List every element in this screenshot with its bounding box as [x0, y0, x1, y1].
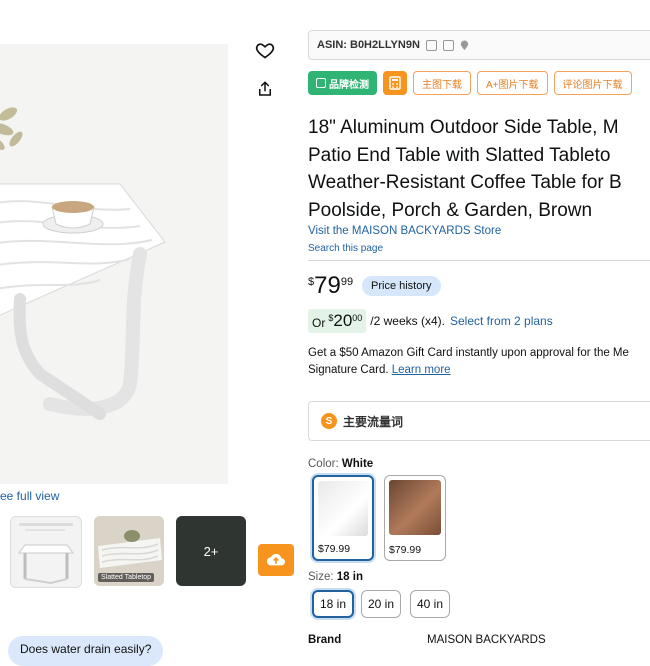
share-icon [259, 81, 271, 96]
title-line-2: Patio End Table with Slatted Tableto [308, 144, 611, 166]
price-whole: 79 [314, 272, 341, 299]
heart-icon [255, 43, 275, 59]
color-swatch-white[interactable]: $79.99 [312, 475, 374, 561]
swatch-price: $79.99 [389, 544, 422, 556]
size-label-text: Size: [308, 571, 334, 583]
extension-toolbar: 品牌检测 主图下载 A+图片下载 评论图片下载 [308, 71, 632, 95]
calculator-button[interactable] [383, 71, 407, 95]
copy-icon[interactable] [425, 39, 437, 51]
gift-card-offer: Get a $50 Amazon Gift Card instantly upo… [308, 345, 650, 379]
gift-line-2-text: Signature Card. [308, 364, 389, 376]
doc-icon[interactable] [442, 39, 454, 51]
thumbnail-1[interactable] [10, 516, 82, 588]
share-button[interactable] [248, 72, 282, 106]
price-fraction: 99 [340, 276, 354, 288]
main-keywords-panel[interactable]: S 主要流量词 [308, 401, 650, 441]
swatch-image-brown [389, 480, 441, 535]
price-history-button[interactable]: Price history [362, 276, 441, 296]
wishlist-heart-button[interactable] [248, 33, 282, 67]
image-upload-button[interactable] [258, 544, 294, 576]
plan-price: Or $ 20 00 [308, 309, 367, 333]
size-label: Size: 18 in [308, 571, 363, 583]
more-images-count: 2+ [203, 543, 219, 559]
thumbnail-more[interactable]: 2+ [176, 516, 246, 586]
plan-or: Or [312, 316, 326, 330]
keyword-logo-icon: S [321, 413, 337, 429]
title-line-4: Poolside, Porch & Garden, Brown [308, 199, 593, 221]
gift-line-2: Signature Card. Learn more [308, 362, 650, 379]
spec-brand-value: MAISON BACKYARDS [427, 634, 546, 646]
store-link[interactable]: Visit the MAISON BACKYARDS Store [308, 225, 501, 237]
asin-bar: ASIN: B0H2LLYN9N [308, 30, 650, 60]
main-keywords-label: 主要流量词 [343, 414, 404, 429]
review-image-download-button[interactable]: 评论图片下载 [553, 71, 632, 95]
product-title: 18" Aluminum Outdoor Side Table, M Patio… [308, 114, 650, 224]
color-selected: White [341, 458, 374, 470]
a-plus-download-button[interactable]: A+图片下载 [477, 71, 548, 95]
size-option-40-in[interactable]: 40 in [410, 590, 451, 618]
price: $ 79 99 [308, 272, 353, 300]
brand-check-label: 品牌检测 [329, 79, 369, 91]
swatch-price: $79.99 [318, 543, 351, 555]
spec-brand-label: Brand [308, 634, 342, 646]
divider [308, 260, 650, 261]
brand-check-icon [316, 78, 326, 88]
select-plans-link[interactable]: Select from 2 plans [450, 314, 553, 328]
payment-plan: Or $ 20 00 /2 weeks (x4). Select from 2 … [308, 309, 553, 333]
asin-label: ASIN: B0H2LLYN9N [317, 39, 420, 51]
color-label-text: Color: [308, 458, 339, 470]
table-illustration [0, 107, 166, 420]
gift-line-1: Get a $50 Amazon Gift Card instantly upo… [308, 347, 629, 359]
learn-more-link[interactable]: Learn more [392, 364, 451, 376]
plan-terms: /2 weeks (x4). [370, 314, 445, 328]
color-swatch-brown[interactable]: $79.99 [384, 475, 446, 561]
color-label: Color: White [308, 458, 373, 470]
thumbnail-2[interactable]: Slatted Tabletop [94, 516, 164, 586]
location-pin-icon[interactable] [460, 40, 469, 51]
question-chip[interactable]: Does water drain easily? [8, 636, 164, 666]
size-option-18-in[interactable]: 18 in [312, 590, 355, 618]
title-line-3: Weather-Resistant Coffee Table for B [308, 172, 622, 193]
plan-fraction: 00 [352, 313, 363, 323]
size-option-20-in[interactable]: 20 in [361, 590, 402, 618]
brand-check-button[interactable]: 品牌检测 [308, 71, 377, 95]
size-selected: 18 in [336, 571, 363, 583]
title-line-1: 18" Aluminum Outdoor Side Table, M [308, 117, 619, 138]
plan-whole: 20 [333, 311, 353, 330]
swatch-image-white [318, 481, 368, 536]
calculator-icon [389, 76, 401, 90]
thumbnail-caption: Slatted Tabletop [98, 573, 155, 582]
thumbnail-table-image [18, 523, 74, 585]
main-image-download-button[interactable]: 主图下载 [413, 71, 471, 95]
product-main-image[interactable] [0, 44, 228, 484]
search-this-page-link[interactable]: Search this page [308, 243, 383, 254]
see-full-view-link[interactable]: ee full view [0, 489, 59, 503]
upload-icon [266, 553, 285, 566]
